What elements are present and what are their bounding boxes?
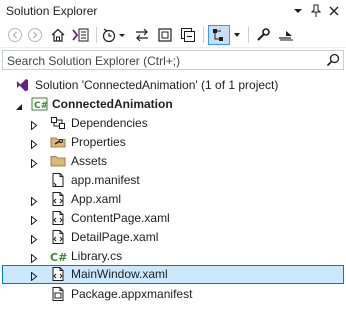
properties-wrench-icon[interactable] [253,25,273,45]
collapse-all-icon[interactable] [178,25,198,45]
show-all-files-icon[interactable] [208,25,230,45]
sync-with-active-document-icon[interactable] [132,25,152,45]
folder-icon [50,153,66,169]
xaml-file-icon [50,191,66,207]
tree-row-dependencies[interactable]: Dependencies [0,114,346,133]
csharp-project-icon: C# [31,96,48,112]
collapse-arrow-icon[interactable] [15,100,23,110]
tree-item-label: Assets [71,154,108,168]
tree-row-project[interactable]: C# ConnectedAnimation [0,95,346,114]
switch-views-icon[interactable] [70,25,92,45]
svg-text:C#: C# [50,251,67,264]
toolbar [0,22,346,48]
close-icon[interactable] [326,3,342,19]
tree-row-library-cs[interactable]: C# Library.cs [0,247,346,266]
appxmanifest-file-icon [50,286,66,302]
tree-item-label: Package.appxmanifest [71,287,193,301]
pin-icon[interactable] [308,3,324,19]
title-actions [290,3,342,19]
csharp-file-icon: C# [50,248,67,264]
visual-studio-solution-icon [14,77,30,93]
tree-item-label: App.xaml [71,192,122,206]
dependencies-icon [50,115,66,131]
project-label: ConnectedAnimation [52,97,173,111]
solution-label: Solution 'ConnectedAnimation' (1 of 1 pr… [35,78,279,92]
home-icon[interactable] [48,25,68,45]
tree-row-detailpage-xaml[interactable]: DetailPage.xaml [0,228,346,247]
tree-item-label: ContentPage.xaml [71,211,170,225]
preview-selected-items-icon[interactable] [276,25,296,45]
pending-changes-filter-icon[interactable] [101,25,127,45]
title-bar: Solution Explorer [0,0,346,22]
tree-item-label: Dependencies [71,116,148,130]
tree-row-solution[interactable]: Solution 'ConnectedAnimation' (1 of 1 pr… [0,76,346,95]
tree-item-label: MainWindow.xaml [71,267,168,281]
expand-arrow-icon[interactable] [30,195,38,207]
window-title: Solution Explorer [6,4,98,18]
search-input[interactable]: Search Solution Explorer (Ctrl+;) [7,54,180,68]
show-all-files-dropdown-icon[interactable] [231,25,243,45]
tree-row-app-xaml[interactable]: App.xaml [0,190,346,209]
search-icon[interactable] [324,52,342,68]
search-box[interactable]: Search Solution Explorer (Ctrl+;) [2,50,344,70]
expand-arrow-icon[interactable] [30,138,38,150]
svg-text:C#: C# [34,101,48,111]
tree-item-label: app.manifest [71,173,140,187]
tree-row-app-manifest[interactable]: app.manifest [0,171,346,190]
refresh-icon[interactable] [155,25,175,45]
tree-item-label: Properties [71,135,126,149]
window-position-dropdown-icon[interactable] [290,3,306,19]
xaml-file-icon [50,266,66,282]
properties-folder-icon [50,134,66,150]
forward-icon[interactable] [26,25,44,45]
tree-row-assets[interactable]: Assets [0,152,346,171]
expand-arrow-icon[interactable] [30,119,38,131]
tree-row-package-appxmanifest[interactable]: Package.appxmanifest [0,285,346,304]
tree-row-mainwindow-xaml[interactable]: MainWindow.xaml [2,265,344,284]
back-icon[interactable] [6,25,24,45]
expand-arrow-icon[interactable] [30,270,38,282]
expand-arrow-icon[interactable] [30,214,38,226]
tree-row-contentpage-xaml[interactable]: ContentPage.xaml [0,209,346,228]
expand-arrow-icon[interactable] [30,233,38,245]
xaml-file-icon [50,229,66,245]
xaml-file-icon [50,210,66,226]
tree-item-label: DetailPage.xaml [71,230,159,244]
tree-row-properties[interactable]: Properties [0,133,346,152]
manifest-file-icon [50,172,66,188]
expand-arrow-icon[interactable] [30,252,38,264]
tree-item-label: Library.cs [71,249,123,263]
expand-arrow-icon[interactable] [30,157,38,169]
